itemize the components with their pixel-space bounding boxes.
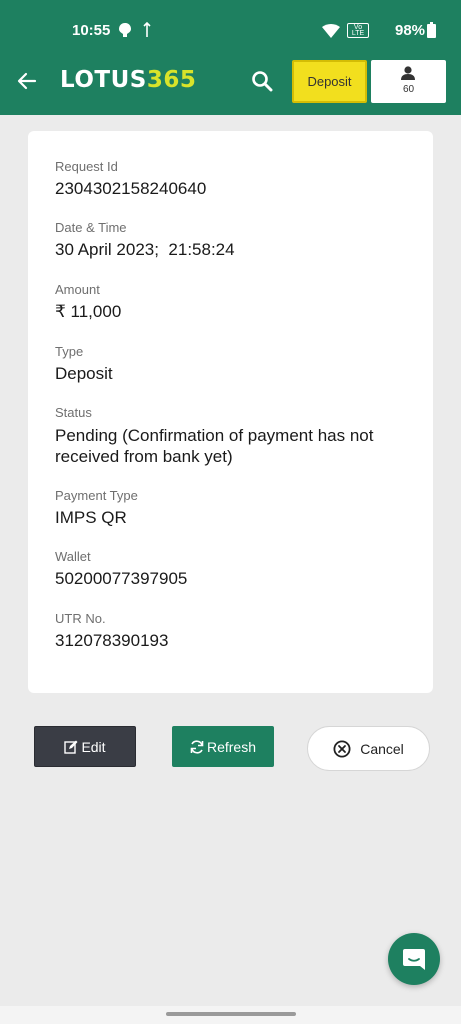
cancel-button[interactable]: Cancel — [307, 726, 430, 771]
payment-type-label: Payment Type — [55, 488, 138, 503]
battery-icon — [427, 22, 436, 38]
app-logo[interactable]: LOTUS365 — [60, 67, 196, 93]
account-balance: 60 — [402, 84, 415, 95]
utr-value: 312078390193 — [55, 631, 169, 650]
logo-main: LOTUS — [60, 67, 147, 93]
date-time-label: Date & Time — [55, 220, 127, 235]
amount-label: Amount — [55, 282, 100, 297]
utr-label: UTR No. — [55, 611, 106, 626]
refresh-label: Refresh — [206, 738, 257, 755]
home-indicator[interactable] — [166, 1012, 296, 1016]
transaction-details-card: Request Id 2304302158240640 Date & Time … — [28, 131, 433, 693]
search-icon[interactable] — [251, 70, 273, 92]
status-time: 10:55 — [72, 22, 111, 39]
wallet-label: Wallet — [55, 549, 91, 564]
edit-button[interactable]: Edit — [34, 726, 136, 767]
type-value: Deposit — [55, 364, 113, 383]
back-arrow-icon[interactable] — [17, 71, 37, 91]
edit-label: Edit — [81, 738, 106, 755]
refresh-button[interactable]: Refresh — [172, 726, 274, 767]
chat-icon — [403, 949, 425, 970]
user-icon — [401, 66, 415, 80]
battery-percent: 98% — [395, 22, 426, 39]
status-value: Pending (Confirmation of payment has not… — [55, 426, 374, 466]
deposit-button[interactable]: Deposit — [292, 60, 367, 103]
account-button[interactable]: 60 — [371, 60, 446, 103]
payment-type-value: IMPS QR — [55, 508, 127, 527]
status-bar: 10:55 Vo LTE 98% — [0, 0, 461, 62]
amount-value: ₹ 11,000 — [55, 302, 122, 321]
wifi-icon — [322, 24, 340, 38]
type-label: Type — [55, 344, 84, 359]
edit-icon — [64, 740, 78, 754]
location-icon — [143, 22, 151, 37]
logo-accent: 365 — [146, 67, 197, 93]
wallet-value: 50200077397905 — [55, 569, 188, 588]
notification-icon — [119, 23, 131, 37]
request-id-label: Request Id — [55, 159, 118, 174]
app-header: 10:55 Vo LTE 98% LOTUS365 Deposit 60 — [0, 0, 461, 115]
date-time-value: 30 April 2023; 21:58:24 — [55, 240, 235, 259]
request-id-value: 2304302158240640 — [55, 179, 207, 198]
refresh-icon — [190, 739, 204, 754]
chat-button[interactable] — [388, 933, 440, 985]
cancel-label: Cancel — [360, 740, 404, 757]
close-circle-icon — [333, 740, 351, 757]
volte-icon: Vo LTE — [347, 23, 369, 38]
status-label: Status — [55, 405, 92, 420]
